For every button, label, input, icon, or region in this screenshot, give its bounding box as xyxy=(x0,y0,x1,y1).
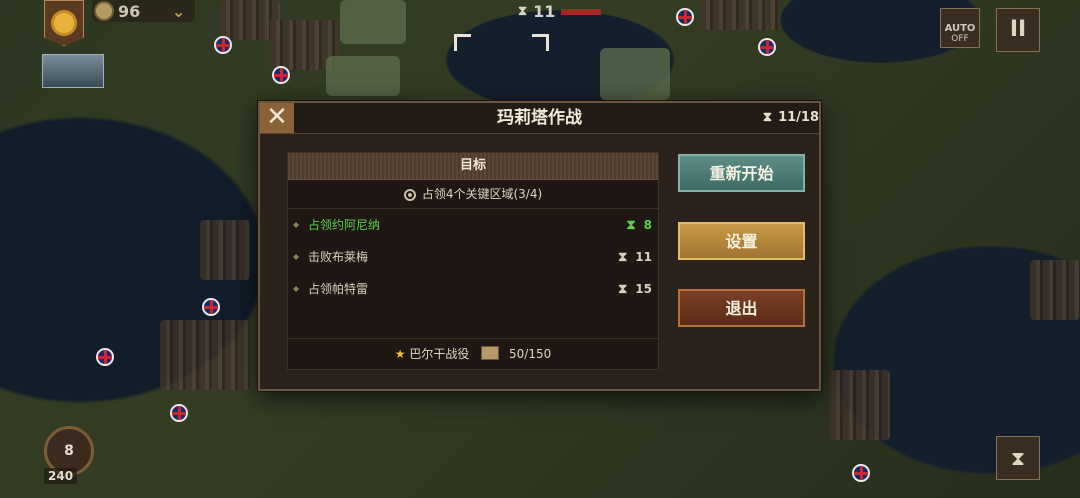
hourglass-icon: ⧗ xyxy=(518,4,528,19)
bullet-icon: ◆ xyxy=(293,220,300,229)
objectives-panel: 目标 占领4个关键区域(3/4) ◆ 占领约阿尼纳 ⧗ 8 ◆ 击败布莱梅 ⧗ 11… xyxy=(287,152,659,370)
restart-button[interactable]: 重新开始 xyxy=(678,154,805,192)
uk-flag-icon[interactable] xyxy=(272,66,290,84)
quit-button[interactable]: 退出 xyxy=(678,289,805,327)
objective-item: ◆ 击败布莱梅 ⧗ 11 xyxy=(288,241,658,273)
bullet-icon: ◆ xyxy=(293,252,300,261)
objective-turns: 8 xyxy=(643,218,652,232)
pause-button[interactable]: II xyxy=(996,8,1040,52)
money-counter: 240 xyxy=(44,468,78,484)
campaign-name: 巴尔干战役 xyxy=(409,347,470,361)
dialog-turns: ⧗ 11/18 xyxy=(763,103,819,133)
objective-label: 击败布莱梅 xyxy=(308,250,369,264)
main-objective-text: 占领4个关键区域(3/4) xyxy=(421,187,543,201)
uk-flag-icon[interactable] xyxy=(170,404,188,422)
chevron-down-icon[interactable]: ⌄ xyxy=(172,0,185,24)
auto-toggle-button[interactable]: AUTO OFF xyxy=(940,8,980,48)
turn-bar xyxy=(561,8,602,15)
turn-counter: ⧗ 11 xyxy=(518,2,602,21)
selection-bracket-tr xyxy=(532,34,549,51)
star-icon: ★ xyxy=(394,347,406,361)
hourglass-icon: ⧗ xyxy=(618,250,628,265)
uk-flag-icon[interactable] xyxy=(852,464,870,482)
dialog-turns-value: 11/18 xyxy=(778,110,819,125)
turn-value: 11 xyxy=(533,2,556,21)
objective-label: 占领帕特雷 xyxy=(308,282,369,296)
uk-flag-icon[interactable] xyxy=(96,348,114,366)
hourglass-icon: ⧗ xyxy=(762,110,773,125)
uk-flag-icon[interactable] xyxy=(214,36,232,54)
objective-label: 占领约阿尼纳 xyxy=(308,218,381,232)
coin-icon xyxy=(94,1,114,21)
main-objective: 占领4个关键区域(3/4) xyxy=(288,180,658,209)
hourglass-icon: ⧗ xyxy=(626,218,636,233)
target-icon xyxy=(403,189,416,201)
uk-flag-icon[interactable] xyxy=(676,8,694,26)
objective-turns: 15 xyxy=(635,282,652,296)
weather-thumbnail[interactable] xyxy=(42,54,104,88)
dialog-header: 玛莉塔作战 ✕ ⧗ 11/18 xyxy=(260,103,819,134)
faction-sun-icon[interactable] xyxy=(44,0,84,46)
uk-flag-icon[interactable] xyxy=(758,38,776,56)
auto-state: OFF xyxy=(951,34,969,44)
objective-item: ◆ 占领帕特雷 ⧗ 15 xyxy=(288,273,658,305)
campaign-progress: ★ 巴尔干战役 50/150 xyxy=(288,338,658,369)
objective-item: ◆ 占领约阿尼纳 ⧗ 8 xyxy=(288,209,658,241)
supply-crate-icon xyxy=(481,346,500,360)
bullet-icon: ◆ xyxy=(293,284,300,293)
hourglass-button[interactable]: ⧗ xyxy=(996,436,1040,480)
hourglass-icon: ⧗ xyxy=(618,282,628,297)
uk-flag-icon[interactable] xyxy=(202,298,220,316)
hourglass-icon: ⧗ xyxy=(1010,446,1026,470)
objective-turns: 11 xyxy=(635,250,652,264)
settings-button[interactable]: 设置 xyxy=(678,222,805,260)
selection-bracket-tl xyxy=(454,34,471,51)
campaign-progress-value: 50/150 xyxy=(509,347,552,361)
close-button[interactable]: ✕ xyxy=(260,103,294,133)
dialog-title: 玛莉塔作战 xyxy=(497,108,582,128)
coin-counter[interactable]: 96 ⌄ xyxy=(92,0,196,24)
objectives-header: 目标 xyxy=(288,153,658,180)
mission-dialog: 玛莉塔作战 ✕ ⧗ 11/18 目标 占领4个关键区域(3/4) ◆ 占领约阿尼… xyxy=(258,101,821,391)
auto-label: AUTO xyxy=(944,23,976,34)
coin-value: 96 xyxy=(118,2,141,21)
